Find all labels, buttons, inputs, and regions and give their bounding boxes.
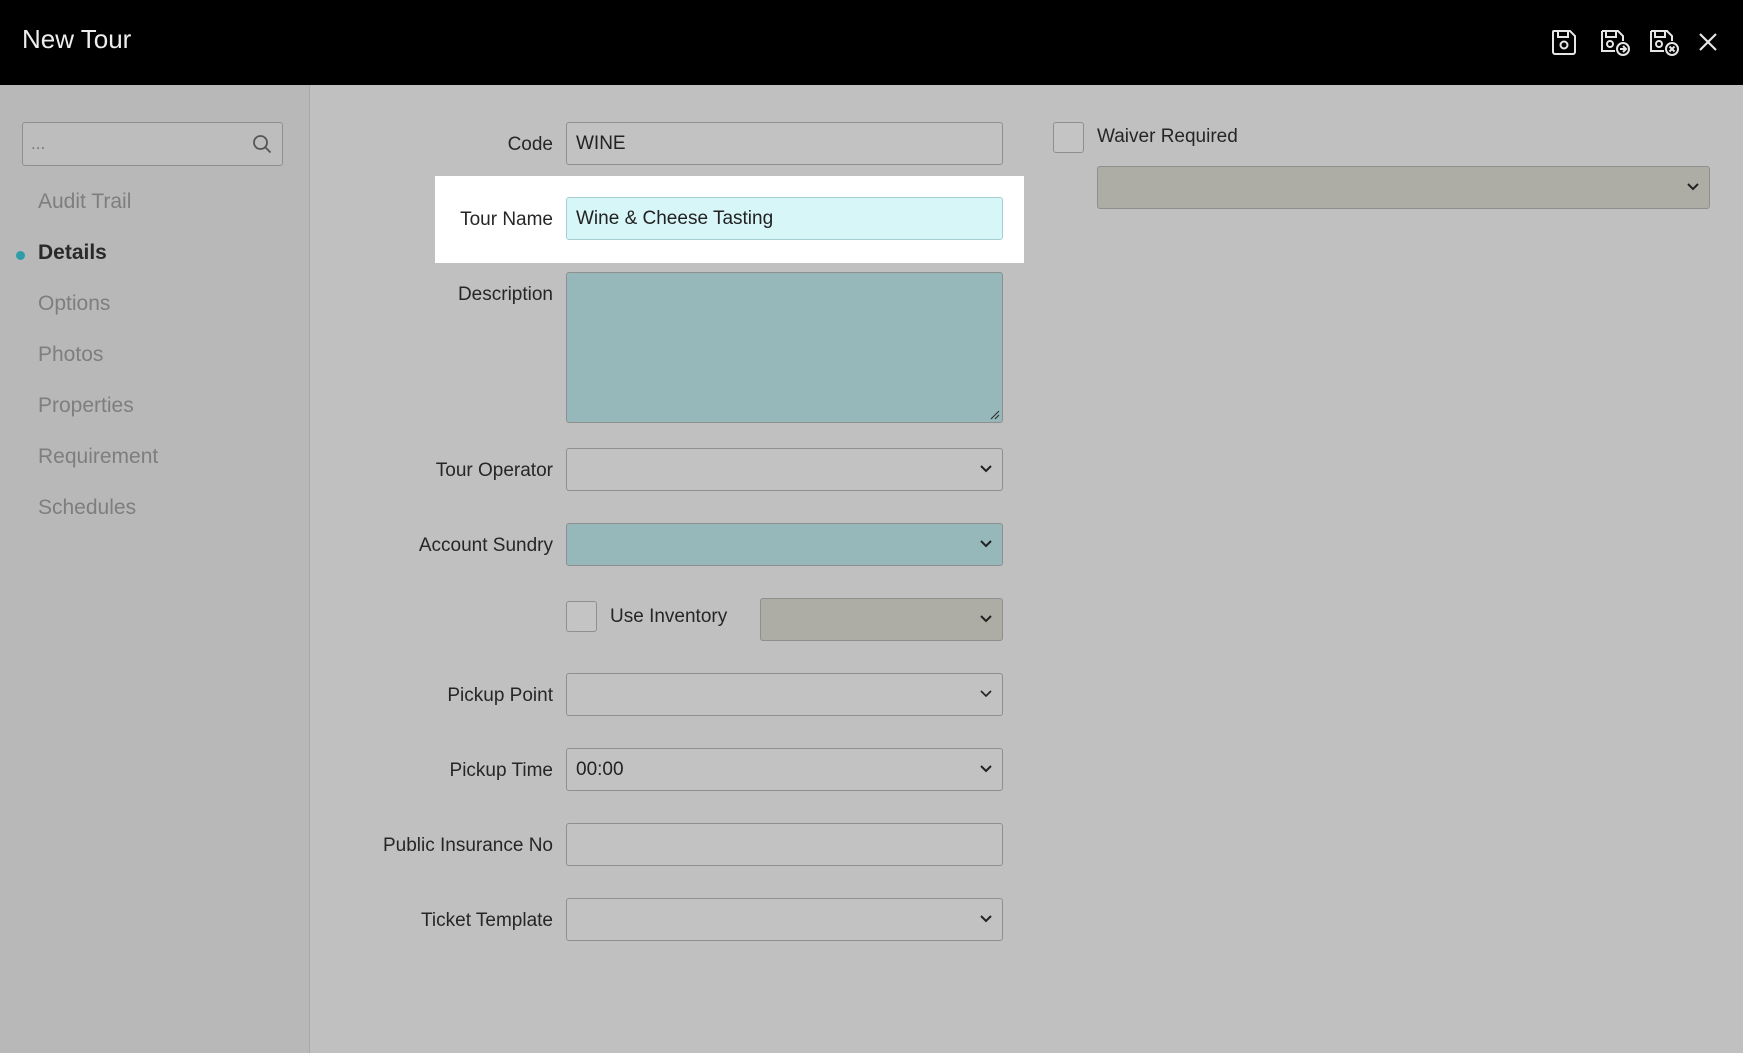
search-input[interactable]: [23, 123, 243, 165]
description-textarea[interactable]: [566, 272, 1003, 423]
tour-name-label: Tour Name: [460, 209, 553, 230]
waiver-required-checkbox[interactable]: [1053, 122, 1084, 153]
save-and-close-icon[interactable]: [1647, 26, 1679, 58]
chevron-down-icon: [1687, 183, 1699, 191]
chevron-down-icon: [980, 540, 992, 548]
code-value: WINE: [576, 132, 626, 154]
window-title: New Tour: [22, 24, 132, 54]
account-sundry-label: Account Sundry: [418, 535, 553, 556]
sidebar-item-properties[interactable]: Properties: [38, 394, 134, 418]
close-icon[interactable]: [1692, 26, 1724, 58]
pickup-time-value: 00:00: [576, 758, 624, 780]
sidebar: Audit Trail Details Options Photos Prope…: [0, 85, 310, 1053]
tour-operator-select[interactable]: [566, 448, 1003, 491]
chevron-down-icon: [980, 465, 992, 473]
resize-grip-icon[interactable]: [990, 410, 1000, 420]
inventory-select[interactable]: [760, 598, 1003, 641]
sidebar-item-options[interactable]: Options: [38, 292, 110, 316]
pickup-time-label: Pickup Time: [449, 760, 553, 781]
active-indicator-dot: [16, 251, 25, 260]
description-label: Description: [457, 284, 553, 305]
use-inventory-checkbox[interactable]: [566, 601, 597, 632]
sidebar-item-photos[interactable]: Photos: [38, 343, 103, 367]
chevron-down-icon: [980, 765, 992, 773]
sidebar-item-schedules[interactable]: Schedules: [38, 496, 136, 520]
sidebar-item-audit-trail[interactable]: Audit Trail: [38, 190, 131, 214]
tour-name-field[interactable]: Wine & Cheese Tasting: [566, 197, 1003, 240]
waiver-select[interactable]: [1097, 166, 1710, 209]
save-and-new-icon[interactable]: [1598, 26, 1630, 58]
tour-operator-label: Tour Operator: [435, 460, 553, 481]
code-field[interactable]: WINE: [566, 122, 1003, 165]
chevron-down-icon: [980, 615, 992, 623]
pickup-point-label: Pickup Point: [447, 685, 553, 706]
title-bar: New Tour: [0, 0, 1743, 85]
sidebar-item-requirement[interactable]: Requirement: [38, 445, 158, 469]
code-label: Code: [507, 134, 553, 155]
waiver-required-label: Waiver Required: [1097, 126, 1238, 147]
ticket-template-select[interactable]: [566, 898, 1003, 941]
pickup-time-select[interactable]: 00:00: [566, 748, 1003, 791]
tour-name-value: Wine & Cheese Tasting: [576, 207, 774, 229]
public-insurance-label: Public Insurance No: [382, 835, 553, 856]
ticket-template-label: Ticket Template: [421, 910, 553, 931]
sidebar-search[interactable]: [22, 122, 283, 166]
sidebar-item-details[interactable]: Details: [38, 241, 107, 265]
save-icon[interactable]: [1548, 26, 1580, 58]
use-inventory-label: Use Inventory: [610, 606, 728, 627]
chevron-down-icon: [980, 690, 992, 698]
chevron-down-icon: [980, 915, 992, 923]
pickup-point-select[interactable]: [566, 673, 1003, 716]
account-sundry-select[interactable]: [566, 523, 1003, 566]
public-insurance-field[interactable]: [566, 823, 1003, 866]
search-icon[interactable]: [252, 134, 272, 154]
